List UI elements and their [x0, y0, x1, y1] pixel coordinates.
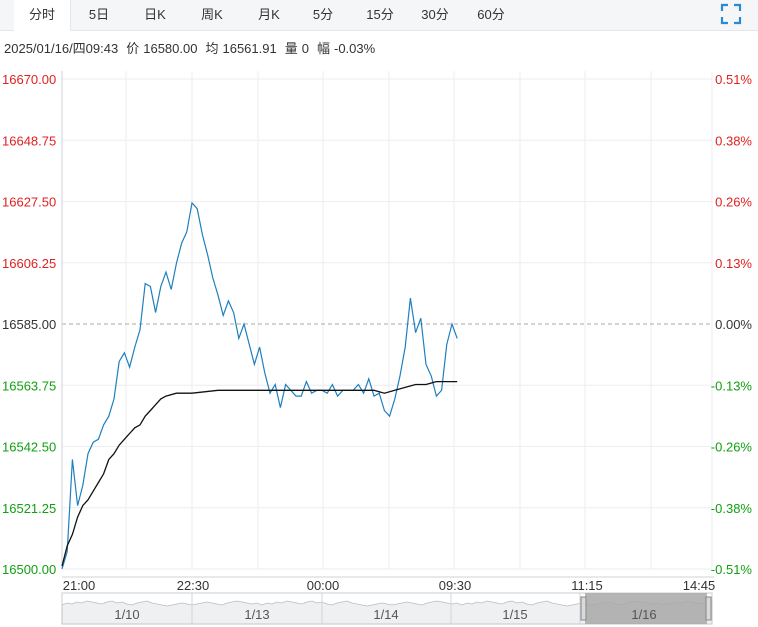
- x-tick-label: 00:00: [307, 578, 340, 593]
- navigator-date-label: 1/10: [114, 607, 139, 622]
- y-tick-label: 16563.75: [2, 378, 56, 393]
- avg-series-line: [61, 380, 458, 567]
- x-tick-label: 22:30: [177, 578, 210, 593]
- navigator-date-label: 1/15: [502, 607, 527, 622]
- pct-tick-label: 0.00%: [715, 317, 752, 332]
- intraday-chart: 16670.00 0.51% 16648.75 0.38% 16627.50 0.26% 1…: [2, 71, 753, 625]
- x-tick-label: 21:00: [63, 578, 96, 593]
- x-tick-label: 14:45: [683, 578, 716, 593]
- y-tick-label: 16648.75: [2, 133, 56, 148]
- y-tick-label: 16585.00: [2, 317, 56, 332]
- navigator-date-label: 1/14: [373, 607, 398, 622]
- pct-tick-label: -0.38%: [711, 501, 753, 516]
- y-tick-label: 16521.25: [2, 501, 56, 516]
- y-tick-label: 16627.50: [2, 195, 56, 210]
- pct-tick-label: 0.51%: [715, 72, 752, 87]
- navigator-date-label: 1/16: [631, 607, 656, 622]
- navigator-date-label: 1/13: [244, 607, 269, 622]
- y-tick-label: 16670.00: [2, 72, 56, 87]
- y-tick-label: 16542.50: [2, 440, 56, 455]
- y-tick-label: 16500.00: [2, 562, 56, 577]
- x-tick-label: 09:30: [439, 578, 472, 593]
- price-series-line: [61, 201, 458, 570]
- y-tick-label: 16606.25: [2, 256, 56, 271]
- pct-tick-label: 0.26%: [715, 195, 752, 210]
- pct-tick-label: 0.38%: [715, 133, 752, 148]
- pct-tick-label: -0.13%: [711, 378, 753, 393]
- navigator-handle-right: [705, 596, 712, 621]
- pct-tick-label: 0.13%: [715, 256, 752, 271]
- navigator-handle-left: [580, 596, 587, 621]
- pct-tick-label: -0.26%: [711, 440, 753, 455]
- x-tick-label: 11:15: [571, 578, 603, 593]
- pct-tick-label: -0.51%: [711, 562, 753, 577]
